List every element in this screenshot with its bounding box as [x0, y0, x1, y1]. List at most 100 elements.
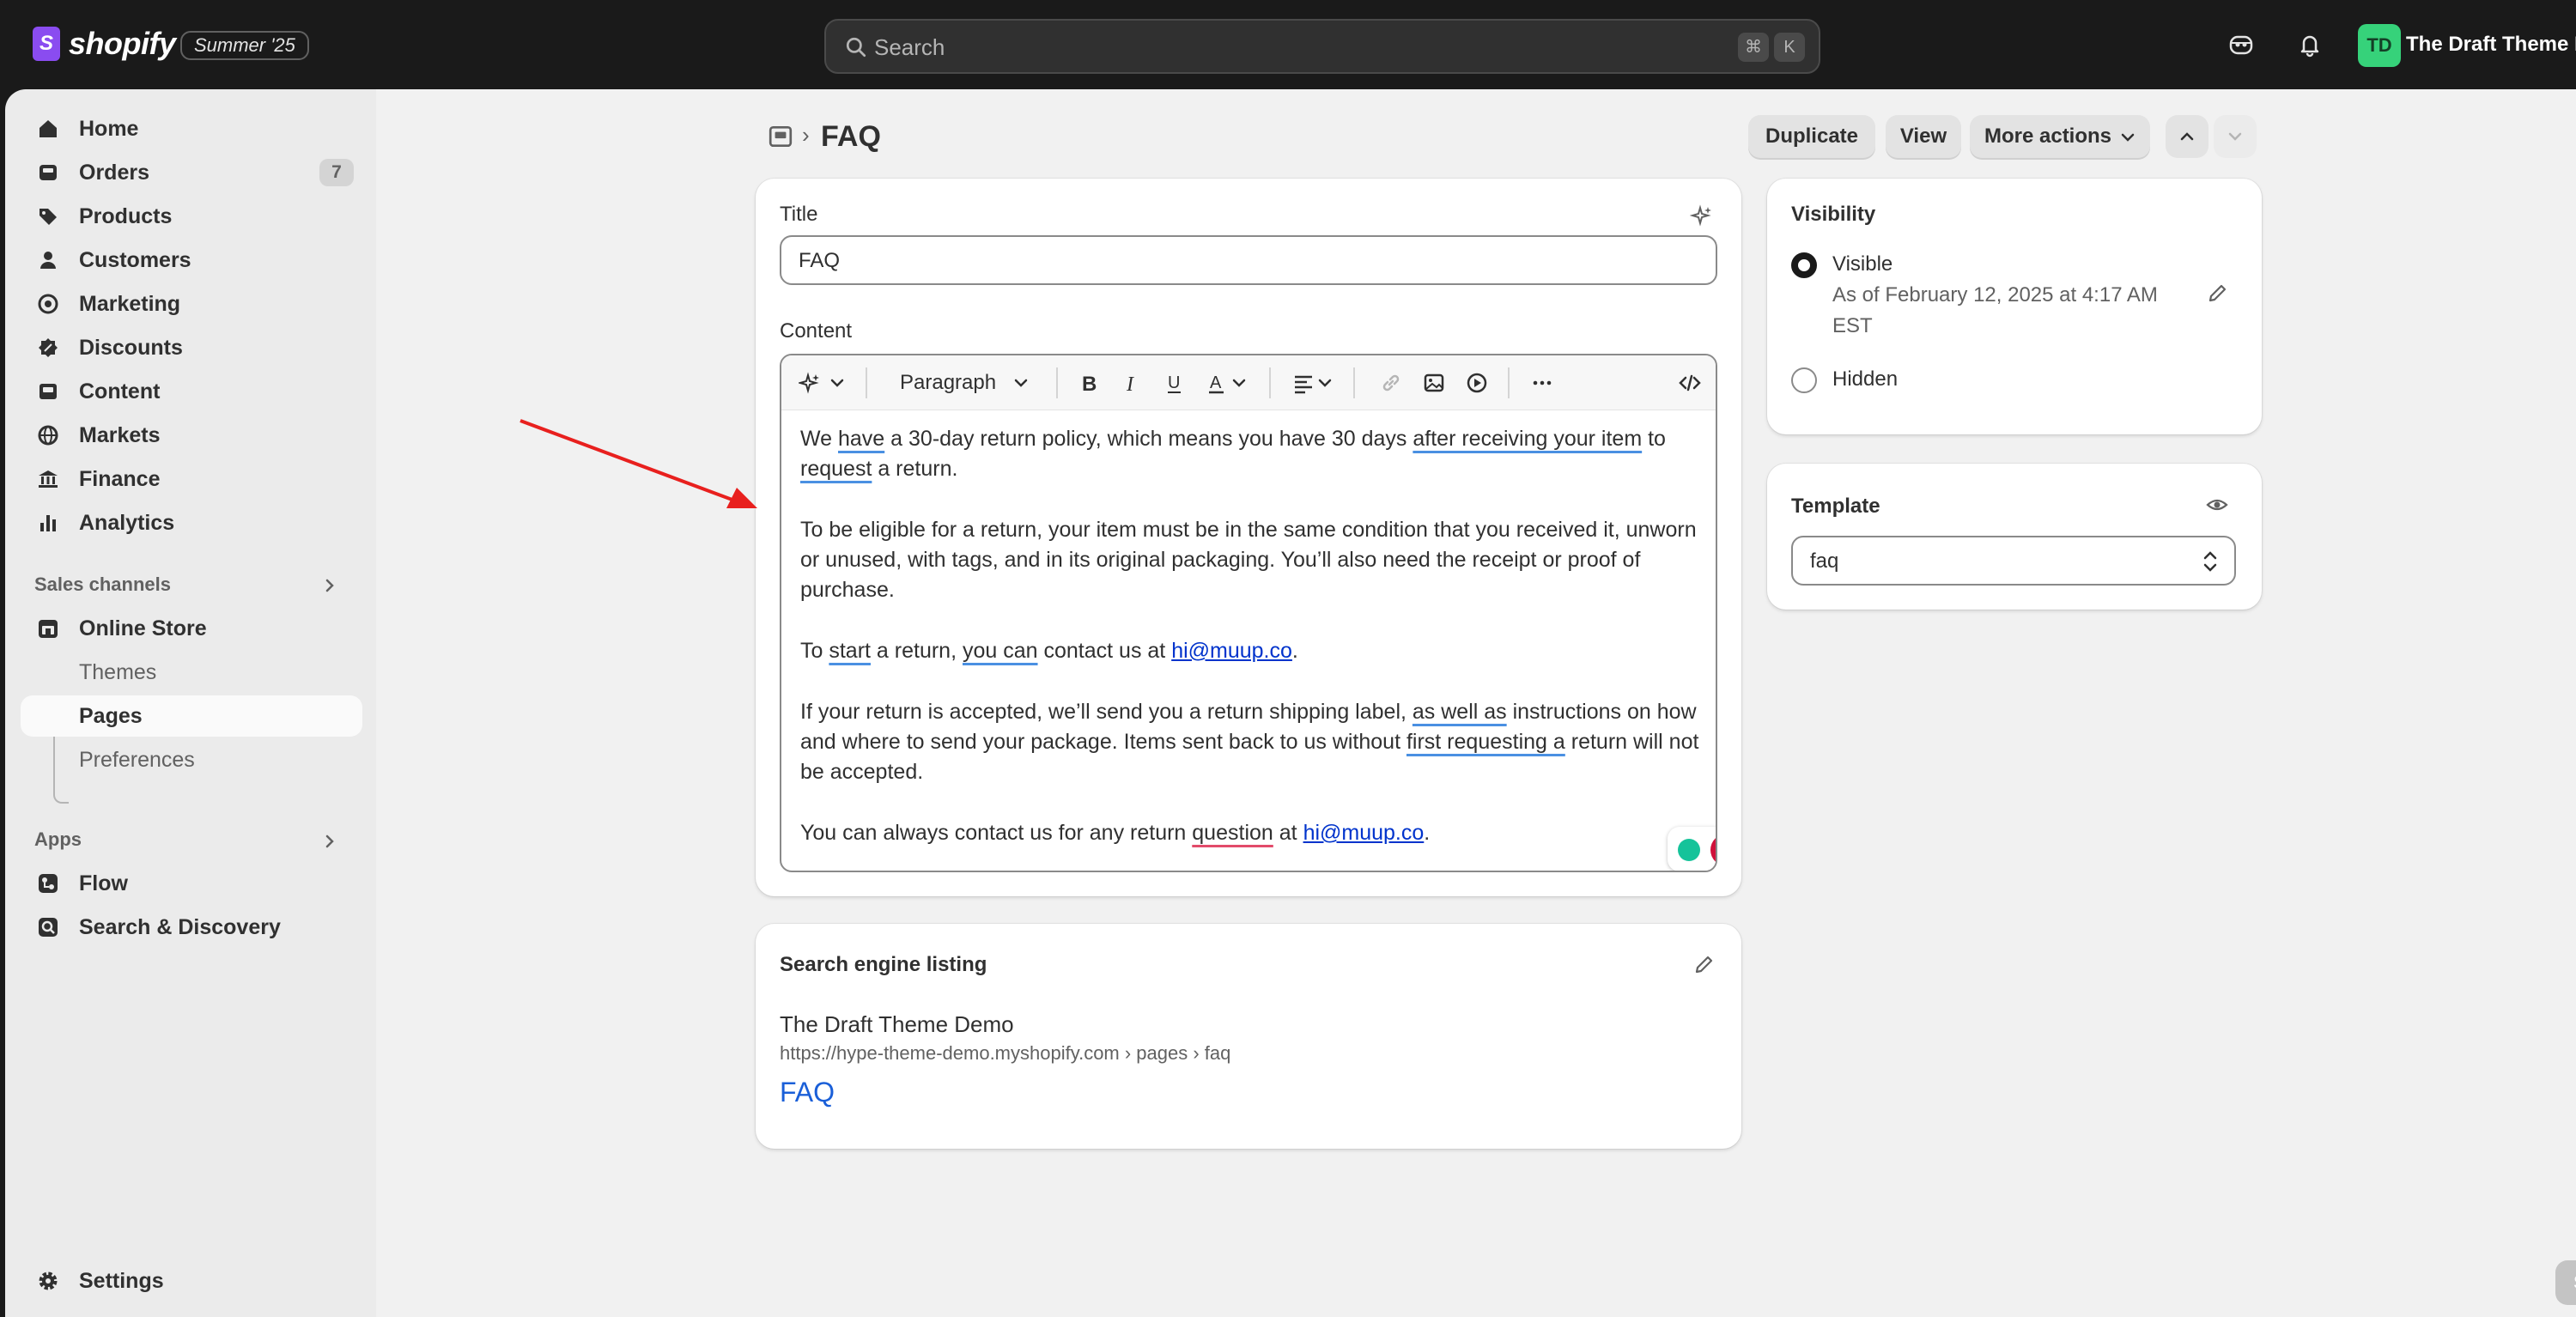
image-icon[interactable]	[1422, 371, 1446, 395]
sidebar-item-preferences[interactable]: Preferences	[21, 739, 362, 780]
sidebar-item-analytics[interactable]: Analytics	[21, 502, 362, 543]
chevron-down-icon[interactable]	[829, 371, 845, 395]
more-actions-button[interactable]: More actions	[1970, 115, 2150, 158]
align-left-icon[interactable]	[1291, 371, 1315, 395]
page-title: FAQ	[821, 120, 881, 153]
email-link[interactable]: hi@muup.co	[1171, 639, 1292, 663]
underline-icon[interactable]: U	[1163, 371, 1187, 395]
previous-page-button[interactable]	[2166, 115, 2208, 158]
grammarly-issue-count: 1	[1710, 834, 1716, 866]
duplicate-button[interactable]: Duplicate	[1748, 115, 1875, 158]
paragraph-4: If your return is accepted, we’ll send y…	[800, 700, 1699, 784]
sidebar-item-content[interactable]: Content	[21, 371, 362, 412]
sales-channels-heading: Sales channels	[34, 574, 171, 595]
grammarly-widget[interactable]: 1	[1668, 827, 1716, 871]
sidebar-item-label: Orders	[79, 160, 149, 185]
sidekick-icon[interactable]	[2227, 31, 2255, 58]
orders-count-badge: 7	[319, 159, 354, 186]
svg-text:U: U	[1168, 373, 1180, 392]
editor-content[interactable]: We have a 30-day return policy, which me…	[800, 424, 1702, 871]
rich-text-editor[interactable]: Paragraph B I U A We have a 30-day retur…	[780, 354, 1717, 872]
more-actions-label: More actions	[1984, 124, 2112, 148]
sidebar-item-label: Analytics	[79, 510, 175, 535]
more-horizontal-icon[interactable]	[1530, 371, 1554, 395]
title-input[interactable]: FAQ	[780, 235, 1717, 285]
chevron-right-icon[interactable]	[321, 577, 338, 594]
sidebar-item-customers[interactable]: Customers	[21, 240, 362, 281]
text-color-icon[interactable]: A	[1206, 371, 1230, 395]
chevron-right-icon[interactable]	[321, 833, 338, 850]
chevron-down-icon[interactable]	[1231, 371, 1247, 395]
store-avatar[interactable]: TD	[2358, 24, 2401, 67]
visible-label: Visible	[1832, 252, 1893, 276]
visible-date-timezone: EST	[1832, 314, 1873, 337]
sidebar-item-settings[interactable]: Settings	[21, 1260, 362, 1302]
sidebar-item-finance[interactable]: Finance	[21, 458, 362, 500]
sidebar-item-label: Flow	[79, 871, 128, 895]
sidebar-item-home[interactable]: Home	[21, 108, 362, 149]
person-icon	[40, 252, 56, 269]
view-button[interactable]: View	[1886, 115, 1961, 158]
flow-icon	[39, 874, 58, 893]
sidebar-item-search-discovery[interactable]: Search & Discovery	[21, 907, 362, 948]
template-select[interactable]: faq	[1791, 536, 2236, 586]
visible-radio[interactable]	[1791, 252, 1817, 278]
italic-icon[interactable]: I	[1120, 371, 1144, 395]
chevron-down-icon[interactable]	[1013, 371, 1029, 395]
seo-store-name: The Draft Theme Demo	[780, 1011, 1014, 1037]
sparkle-icon[interactable]	[1690, 204, 1714, 228]
chart-icon	[40, 515, 56, 531]
globe-icon	[38, 425, 58, 446]
sidebar-item-label: Search & Discovery	[79, 914, 281, 939]
bell-icon[interactable]	[2296, 31, 2324, 58]
main-content: › FAQ Duplicate View More actions Title …	[376, 89, 2576, 1317]
video-icon[interactable]	[1465, 371, 1489, 395]
email-link[interactable]: hi@muup.co	[1303, 821, 1425, 845]
search-bar[interactable]: Search ⌘ K	[824, 19, 1820, 74]
eye-icon[interactable]	[2205, 493, 2229, 517]
sidebar-item-discounts[interactable]: Discounts	[21, 327, 362, 368]
sidebar-item-markets[interactable]: Markets	[21, 415, 362, 456]
paragraph-style-select[interactable]: Paragraph	[900, 371, 996, 395]
content-page-icon[interactable]	[768, 124, 793, 149]
sidebar-item-flow[interactable]: Flow	[21, 863, 362, 904]
save-button[interactable]: Save	[2555, 1260, 2576, 1305]
sidebar-item-pages[interactable]: Pages	[21, 695, 362, 737]
shopify-logo[interactable]: shopify	[33, 26, 176, 62]
bold-icon[interactable]: B	[1077, 371, 1101, 395]
command-key: ⌘	[1738, 33, 1769, 62]
pencil-icon[interactable]	[2205, 282, 2229, 306]
sidebar-item-products[interactable]: Products	[21, 196, 362, 237]
sidebar-item-themes[interactable]: Themes	[21, 652, 362, 693]
chevron-down-icon[interactable]	[1317, 371, 1333, 395]
sidebar-item-marketing[interactable]: Marketing	[21, 283, 362, 325]
chevron-up-icon	[2180, 132, 2194, 141]
orders-icon	[39, 165, 57, 180]
ai-sparkle-icon[interactable]	[799, 371, 823, 395]
link-icon[interactable]	[1379, 371, 1403, 395]
sidebar-item-online-store[interactable]: Online Store	[21, 608, 362, 649]
paragraph-2: To be eligible for a return, your item m…	[800, 518, 1697, 602]
top-bar: shopify Summer '25 Search ⌘ K TD The Dra…	[0, 0, 2576, 89]
k-key: K	[1774, 33, 1805, 62]
page-editor-card: Title FAQ Content Paragraph B I U A We h…	[756, 179, 1741, 896]
store-name[interactable]: The Draft Theme D	[2406, 33, 2576, 57]
breadcrumb-separator: ›	[802, 122, 810, 148]
next-page-button[interactable]	[2214, 115, 2257, 158]
content-icon	[39, 384, 57, 399]
title-input-value: FAQ	[799, 249, 841, 272]
seo-card: Search engine listing The Draft Theme De…	[756, 924, 1741, 1149]
annotation-arrow-icon	[519, 419, 757, 508]
hidden-radio[interactable]	[1791, 367, 1817, 393]
apps-heading: Apps	[34, 828, 82, 850]
shopify-bag-icon	[33, 27, 60, 61]
toolbar-divider	[866, 367, 867, 398]
discount-icon	[39, 338, 58, 357]
code-icon[interactable]	[1678, 371, 1702, 395]
pencil-icon[interactable]	[1692, 953, 1716, 977]
home-icon	[39, 120, 57, 137]
sidebar-item-label: Finance	[79, 466, 161, 491]
sidebar-item-orders[interactable]: Orders 7	[21, 152, 362, 193]
edition-badge[interactable]: Summer '25	[180, 31, 309, 60]
tag-icon	[39, 209, 57, 225]
